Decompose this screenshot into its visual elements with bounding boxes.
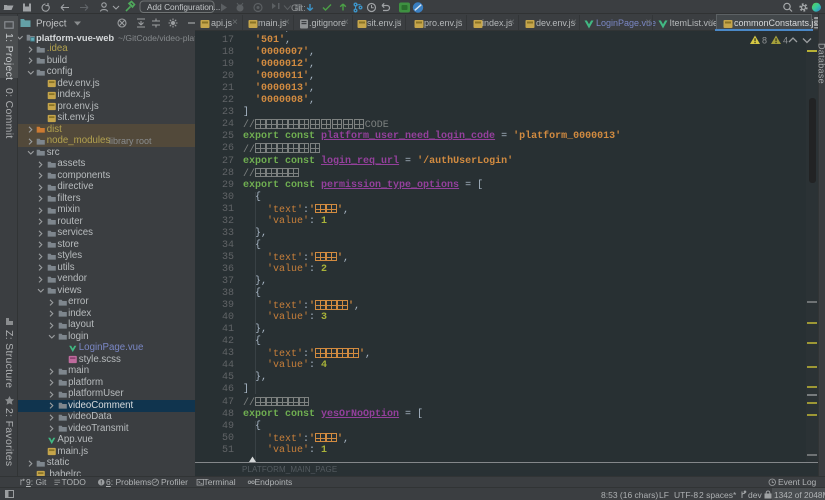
svg-text:Project: Project — [36, 19, 67, 30]
svg-text:4: 4 — [783, 35, 788, 45]
svg-text:8: 8 — [762, 35, 767, 45]
svg-text:Add Configuration...: Add Configuration... — [147, 2, 220, 12]
svg-text:Git:: Git: — [291, 3, 306, 14]
